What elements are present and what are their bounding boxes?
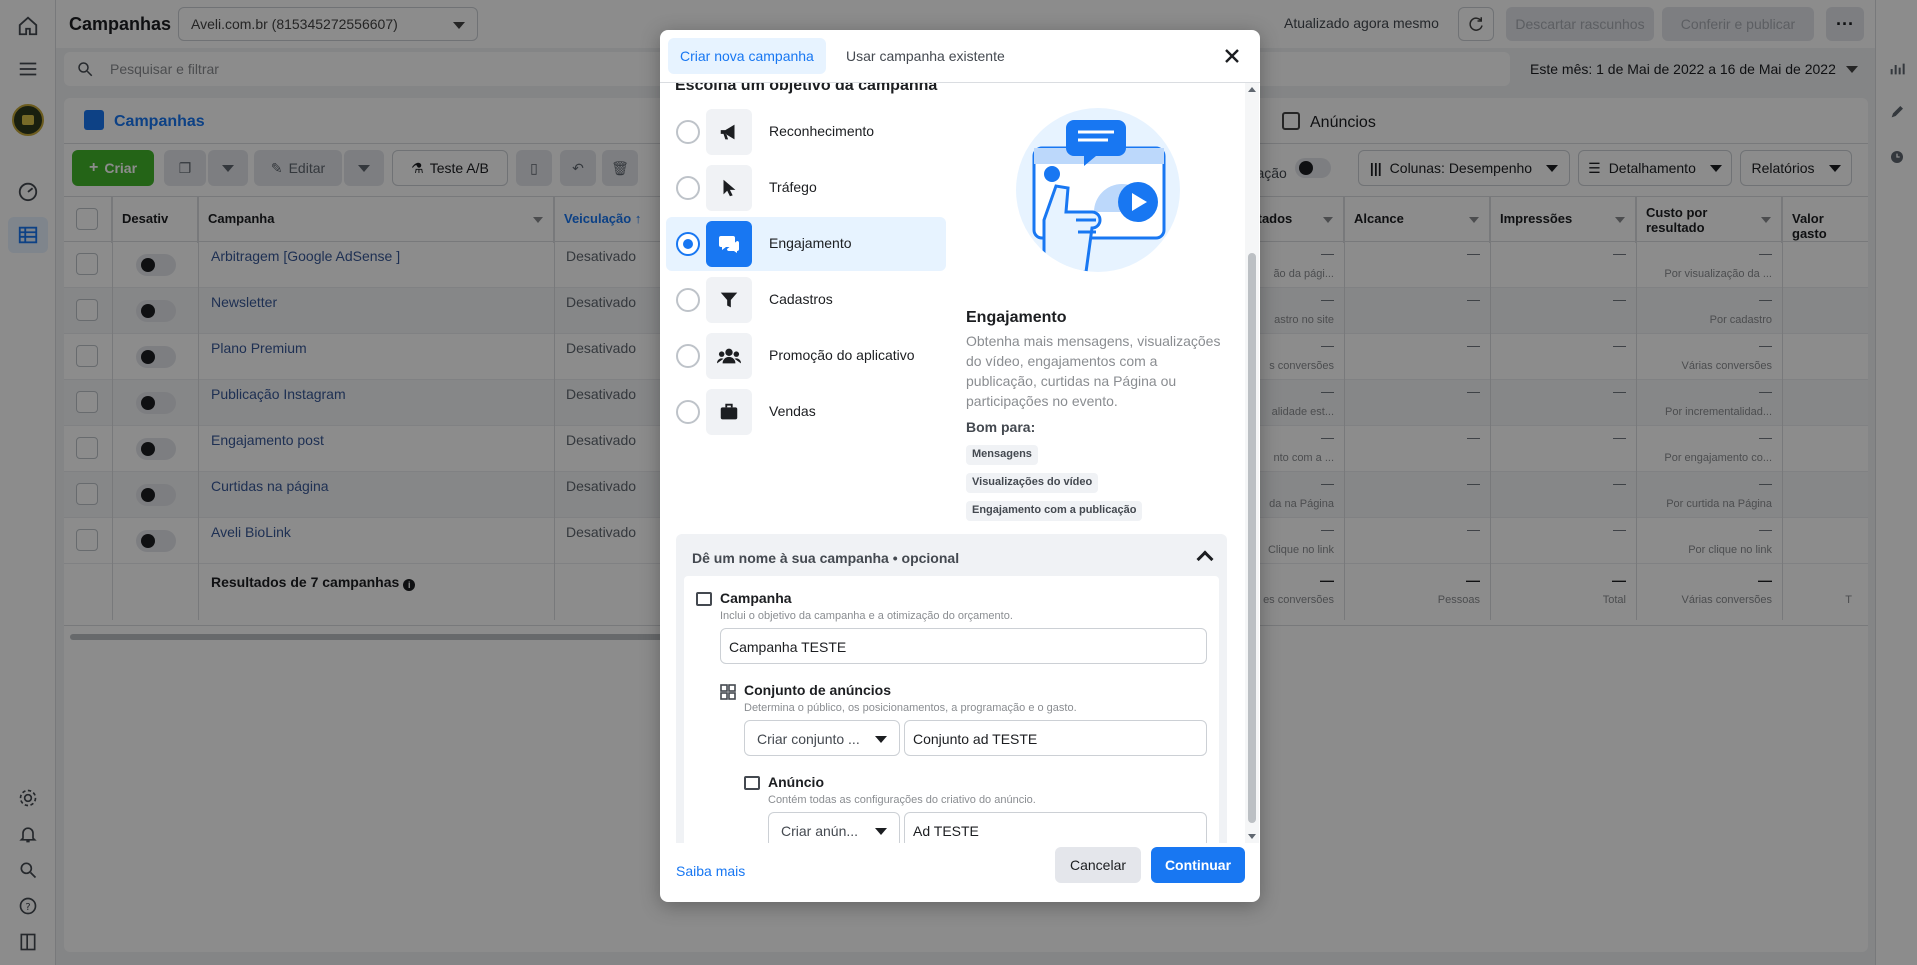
ad-level-desc: Contém todas as configurações do criativ…	[768, 794, 1036, 806]
good-for-chip: Visualizações do vídeo	[966, 473, 1099, 493]
objective-radio[interactable]	[676, 176, 700, 200]
good-for-label: Bom para:	[966, 419, 1036, 435]
objective-option[interactable]: Cadastros	[666, 273, 946, 327]
chat-icon	[706, 221, 752, 267]
objective-heading: Escolha um objetivo da campanha	[675, 83, 938, 94]
tab-new-campaign[interactable]: Criar nova campanha	[668, 38, 826, 74]
objective-label: Reconhecimento	[769, 123, 875, 139]
objective-option[interactable]: Promoção do aplicativo	[666, 329, 946, 383]
good-for-chip: Engajamento com a publicação	[966, 501, 1143, 521]
learn-more-link[interactable]: Saiba mais	[676, 863, 745, 879]
adset-select-value: Criar conjunto ...	[757, 731, 860, 747]
adset-name-input[interactable]: Conjunto ad TESTE	[904, 720, 1207, 756]
scroll-thumb[interactable]	[1248, 253, 1256, 823]
folder-icon	[696, 592, 712, 606]
objective-detail-title: Engajamento	[966, 309, 1067, 326]
objective-label: Tráfego	[769, 179, 817, 195]
good-for-chip: Mensagens	[966, 445, 1038, 465]
naming-form: Campanha Inclui o objetivo da campanha e…	[684, 576, 1219, 843]
objective-option[interactable]: Engajamento	[666, 217, 946, 271]
ad-name-input[interactable]: Ad TESTE	[904, 812, 1207, 843]
scroll-down-icon[interactable]	[1248, 834, 1256, 839]
objective-radio[interactable]	[676, 344, 700, 368]
scroll-up-icon[interactable]	[1248, 87, 1256, 92]
objective-radio[interactable]	[676, 400, 700, 424]
adset-level-desc: Determina o público, os posicionamentos,…	[744, 702, 1077, 714]
chevron-up-icon[interactable]	[1196, 550, 1214, 568]
dialog-footer: Saiba mais Cancelar Continuar	[660, 843, 1260, 902]
campaign-name-input[interactable]: Campanha TESTE	[720, 628, 1207, 664]
dialog-tabs: Criar nova campanha Usar campanha existe…	[660, 30, 1260, 83]
chevron-down-icon	[875, 736, 887, 743]
people-icon	[706, 333, 752, 379]
grid-icon	[720, 684, 736, 700]
campaign-level-desc: Inclui o objetivo da campanha e a otimiz…	[720, 610, 1013, 622]
cursor-icon	[706, 165, 752, 211]
objective-label: Cadastros	[769, 291, 833, 307]
close-icon[interactable]	[1220, 44, 1244, 68]
adset-create-select[interactable]: Criar conjunto ...	[744, 720, 900, 756]
tab-existing-campaign[interactable]: Usar campanha existente	[846, 48, 1005, 64]
cancel-button[interactable]: Cancelar	[1055, 847, 1141, 883]
naming-heading: Dê um nome à sua campanha • opcional	[692, 550, 960, 566]
briefcase-icon	[706, 389, 752, 435]
ad-select-value: Criar anún...	[781, 823, 859, 839]
dialog-scrollbar[interactable]	[1245, 83, 1259, 843]
funnel-icon	[706, 277, 752, 323]
dialog-body: Escolha um objetivo da campanha Reconhec…	[660, 83, 1260, 843]
objective-label: Vendas	[769, 403, 816, 419]
objective-option[interactable]: Vendas	[666, 385, 946, 439]
chevron-down-icon	[875, 828, 887, 835]
continue-button[interactable]: Continuar	[1151, 847, 1245, 883]
objective-radio[interactable]	[676, 288, 700, 312]
campaign-level-title: Campanha	[720, 590, 792, 606]
objective-option[interactable]: Tráfego	[666, 161, 946, 215]
create-campaign-dialog: Criar nova campanha Usar campanha existe…	[660, 30, 1260, 902]
objective-label: Engajamento	[769, 235, 852, 251]
engagement-illustration	[1016, 108, 1180, 272]
megaphone-icon	[706, 109, 752, 155]
objective-radio[interactable]	[676, 120, 700, 144]
ad-level-title: Anúncio	[768, 774, 824, 790]
ad-icon	[744, 776, 760, 790]
objective-detail-description: Obtenha mais mensagens, visualizações do…	[966, 333, 1221, 409]
adset-level-title: Conjunto de anúncios	[744, 682, 891, 698]
campaign-naming-section: Dê um nome à sua campanha • opcional Cam…	[676, 534, 1227, 843]
objective-radio[interactable]	[676, 232, 700, 256]
objective-label: Promoção do aplicativo	[769, 347, 915, 363]
ad-create-select[interactable]: Criar anún...	[768, 812, 900, 843]
objective-option[interactable]: Reconhecimento	[666, 105, 946, 159]
